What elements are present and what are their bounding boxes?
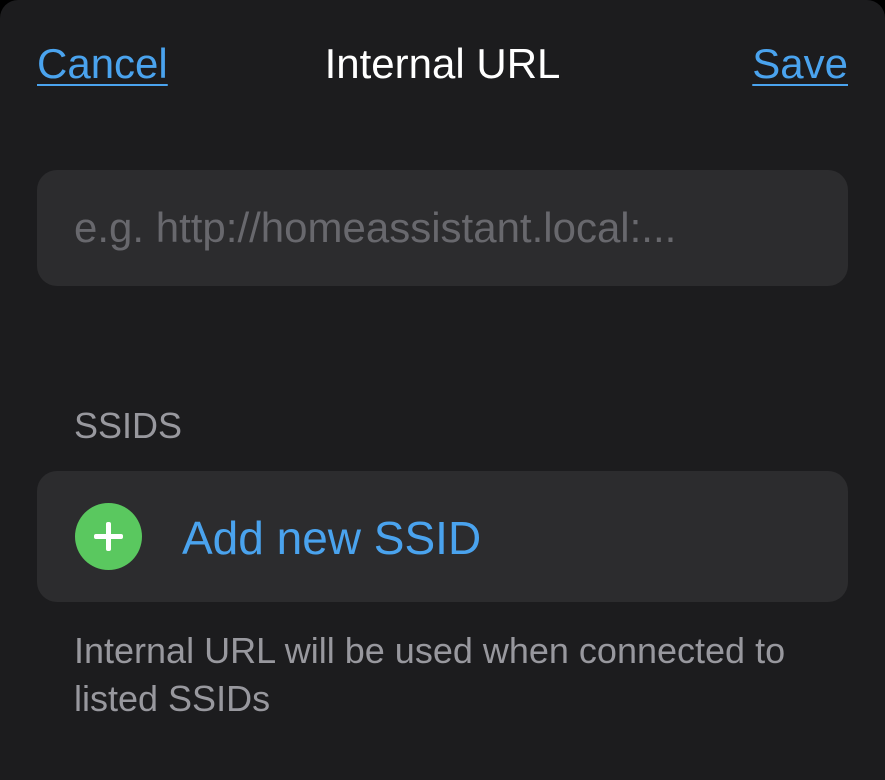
save-button[interactable]: Save [752,38,848,90]
ssids-section-header: SSIDS [74,405,183,446]
sheet: Cancel Internal URL Save SSIDS Add new S… [0,0,885,780]
internal-url-input[interactable] [74,204,811,252]
add-new-ssid-label: Add new SSID [182,512,482,564]
ssids-footer-text: Internal URL will be used when connected… [74,630,786,719]
plus-circle-icon [75,503,142,570]
internal-url-field[interactable] [37,170,848,286]
add-new-ssid-button[interactable]: Add new SSID [37,471,848,602]
